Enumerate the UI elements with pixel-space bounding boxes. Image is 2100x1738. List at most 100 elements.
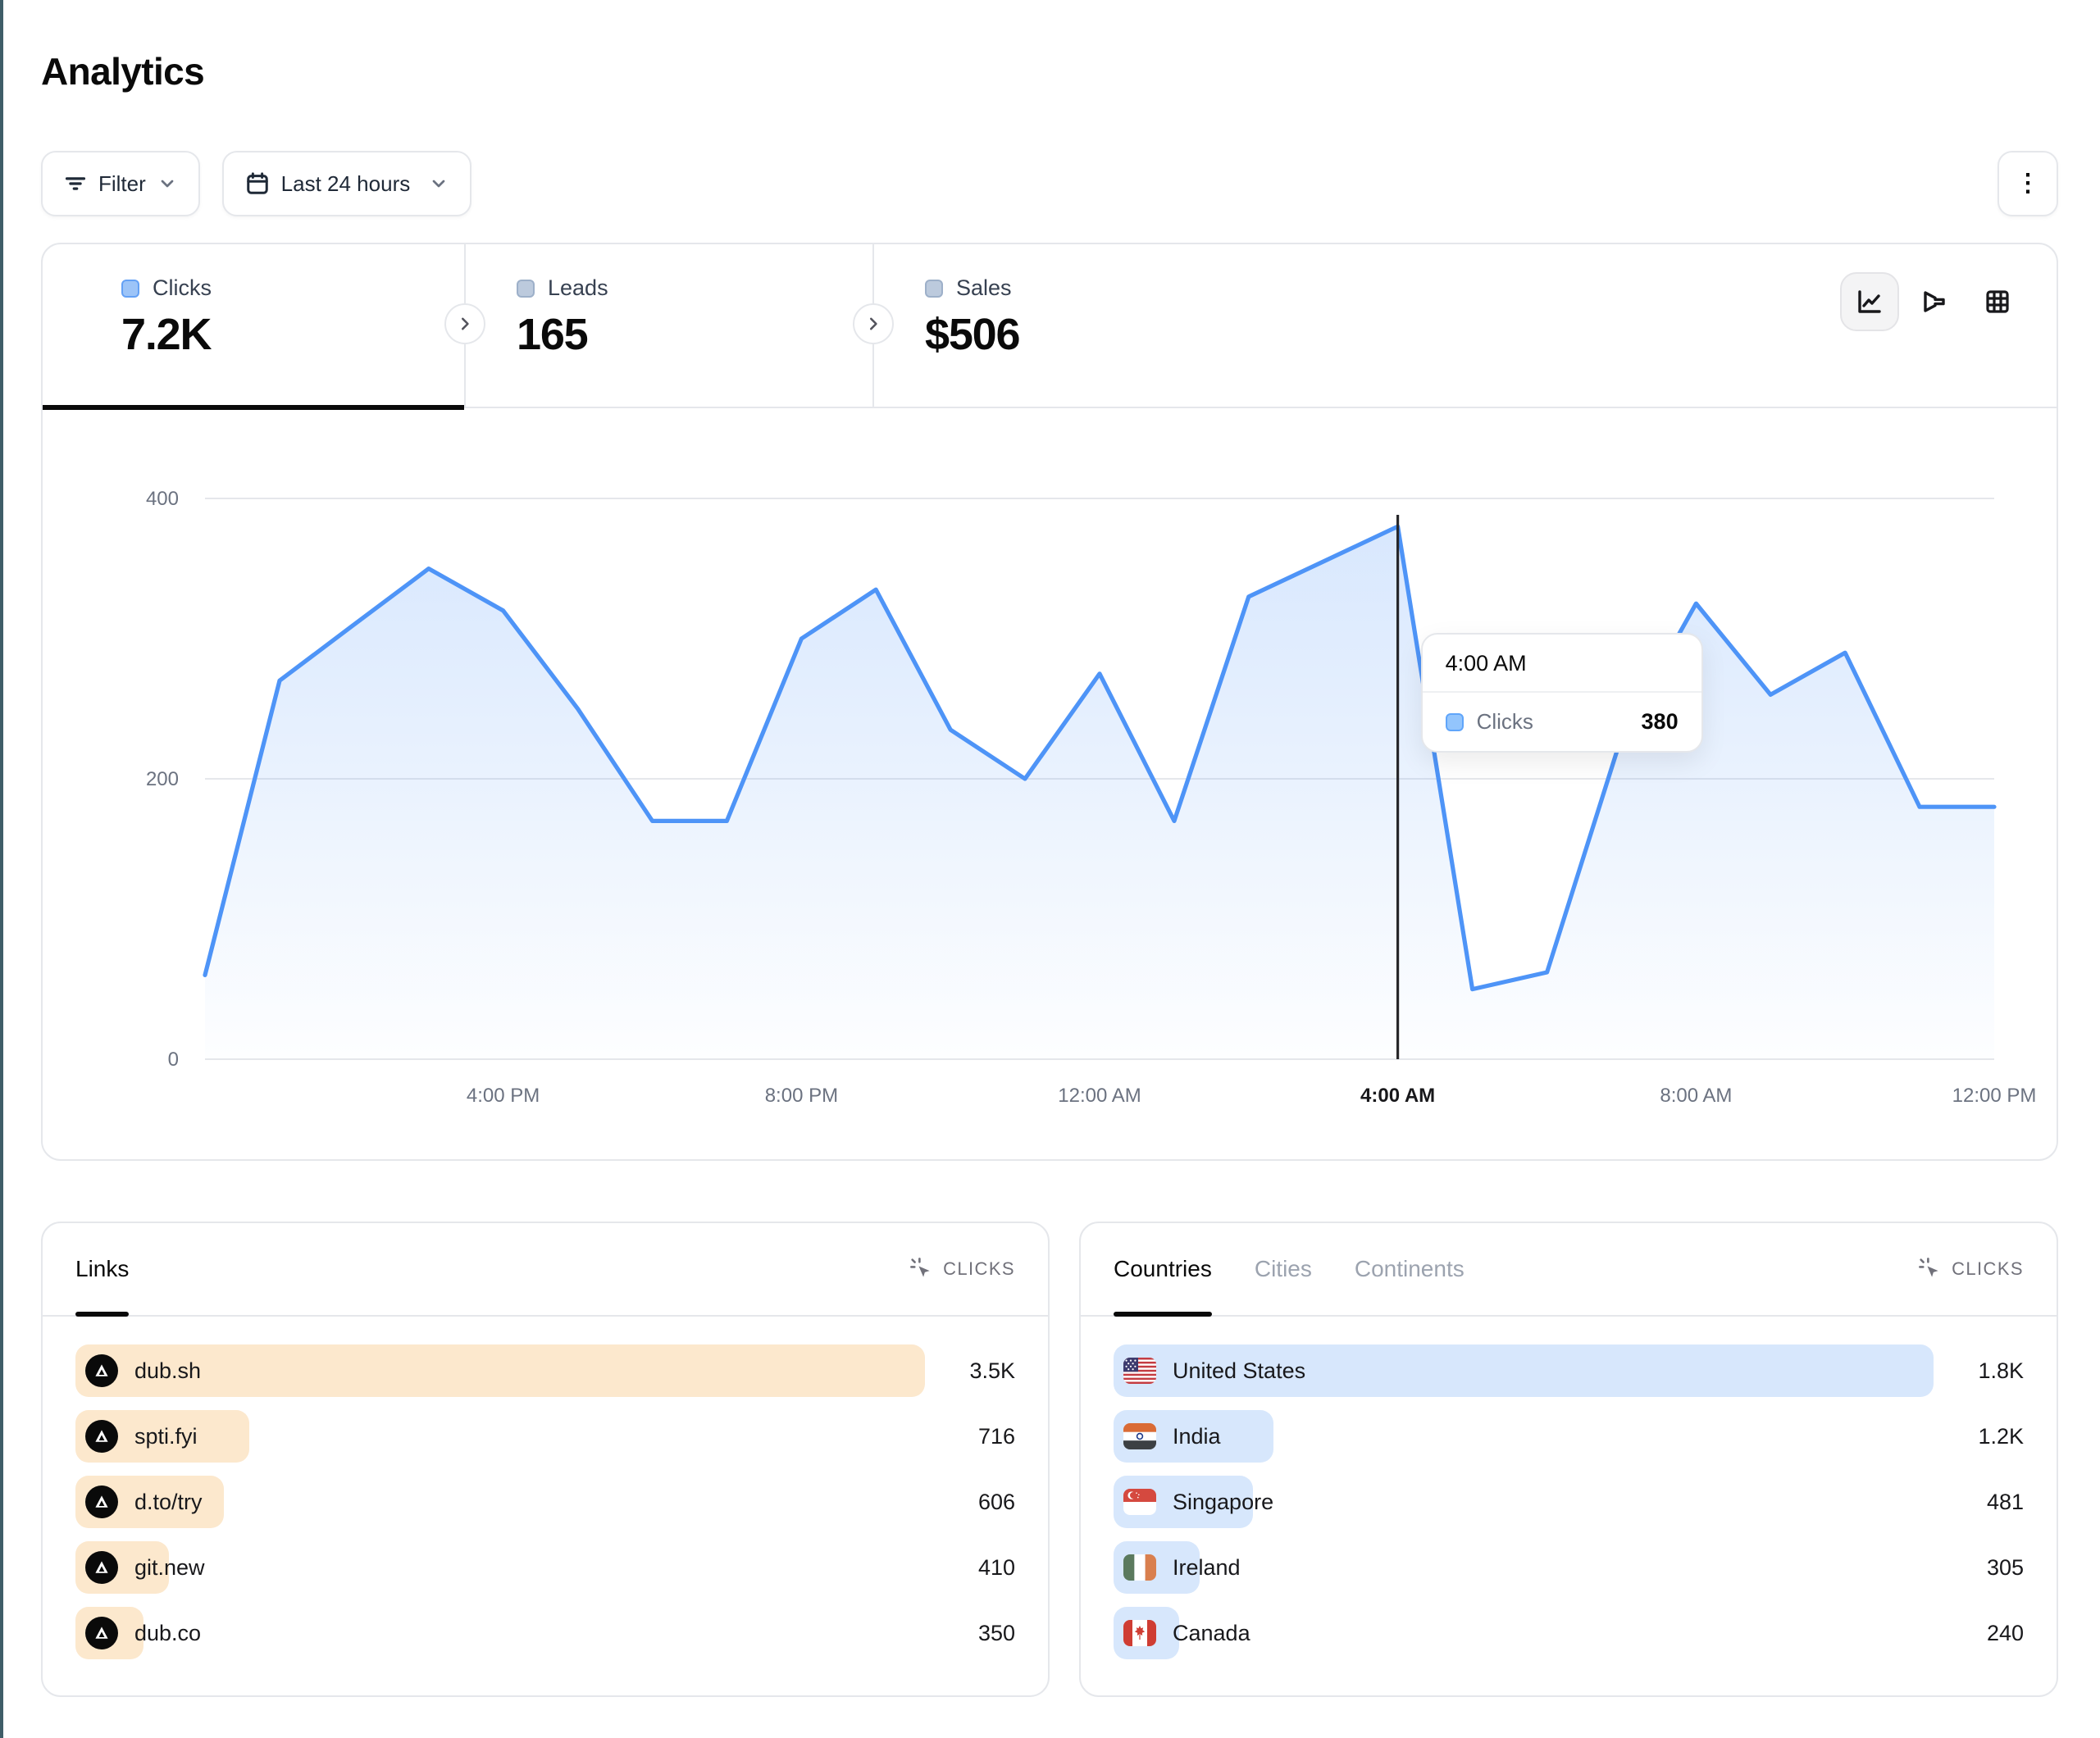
- chevron-right-icon: [456, 315, 474, 333]
- line-chart-view-button[interactable]: [1840, 272, 1899, 331]
- dub-logo-icon: [85, 1354, 118, 1387]
- link-row[interactable]: dub.sh 3.5K: [75, 1344, 1015, 1397]
- x-axis-tick: 12:00 AM: [1058, 1085, 1141, 1107]
- clicks-time-series-chart[interactable]: 0200400 4:00 PM8:00 PM12:00 AM4:00 AM8:0…: [43, 408, 2057, 1159]
- x-axis-tick: 12:00 PM: [1952, 1085, 2037, 1107]
- x-axis-tick: 8:00 PM: [765, 1085, 838, 1107]
- y-axis-tick: 0: [168, 1049, 179, 1071]
- funnel-chart-view-button[interactable]: [1904, 272, 1963, 331]
- chevron-down-icon: [157, 174, 177, 193]
- calendar-icon: [245, 171, 270, 196]
- link-row[interactable]: git.new 410: [75, 1541, 1015, 1594]
- geo-panel: Countries Cities Continents CLICKS: [1079, 1222, 2058, 1697]
- country-row[interactable]: Canada 240: [1114, 1607, 2024, 1659]
- singapore-flag-icon: [1123, 1489, 1156, 1515]
- geo-metric-label: CLICKS: [1952, 1258, 2024, 1280]
- country-label: Canada: [1173, 1621, 1250, 1646]
- link-label: d.to/try: [134, 1490, 203, 1515]
- link-value: 410: [978, 1541, 1015, 1594]
- metric-value: 7.2K: [121, 309, 464, 360]
- filter-icon: [64, 172, 87, 195]
- tab-clicks[interactable]: Clicks 7.2K: [43, 244, 464, 407]
- line-chart-icon: [1855, 287, 1884, 316]
- tab-links[interactable]: Links: [75, 1223, 129, 1315]
- links-metric-header[interactable]: CLICKS: [910, 1258, 1015, 1281]
- expand-leads-button[interactable]: [853, 303, 894, 344]
- table-grid-icon: [1983, 287, 2012, 316]
- link-value: 350: [978, 1607, 1015, 1659]
- metric-value: $506: [925, 309, 1332, 360]
- tab-cities[interactable]: Cities: [1255, 1223, 1312, 1315]
- funnel-chart-icon: [1919, 287, 1948, 316]
- filter-button-label: Filter: [98, 171, 146, 197]
- y-axis-tick: 400: [146, 488, 179, 510]
- page-title: Analytics: [41, 49, 204, 93]
- area-chart-svg[interactable]: 0200400 4:00 PM8:00 PM12:00 AM4:00 AM8:0…: [43, 408, 2057, 1159]
- analytics-page: Analytics Filter Last 24 hours: [0, 0, 2099, 1738]
- clicks-area-fill: [205, 526, 1994, 1059]
- tab-links-label: Links: [75, 1256, 129, 1282]
- india-flag-icon: [1123, 1423, 1156, 1449]
- country-value: 305: [1987, 1541, 2024, 1594]
- country-row[interactable]: India 1.2K: [1114, 1410, 2024, 1463]
- country-label: India: [1173, 1424, 1221, 1449]
- us-flag-icon: [1123, 1358, 1156, 1384]
- chevron-right-icon: [864, 315, 882, 333]
- link-row[interactable]: dub.co 350: [75, 1607, 1015, 1659]
- chart-type-switcher: [1840, 272, 2027, 331]
- metric-label: Leads: [548, 275, 608, 301]
- clicks-series-swatch: [121, 280, 139, 298]
- country-value: 481: [1987, 1476, 2024, 1528]
- country-label: United States: [1173, 1358, 1305, 1384]
- countries-list: United States 1.8K India 1.2K: [1114, 1344, 2024, 1672]
- geo-metric-header[interactable]: CLICKS: [1919, 1258, 2024, 1281]
- country-row[interactable]: United States 1.8K: [1114, 1344, 2024, 1397]
- link-row[interactable]: d.to/try 606: [75, 1476, 1015, 1528]
- tab-continents-label: Continents: [1355, 1256, 1465, 1282]
- tab-leads[interactable]: Leads 165: [464, 244, 872, 407]
- kebab-menu-icon: ⋮: [2016, 171, 2040, 196]
- tooltip-series-label: Clicks: [1477, 709, 1629, 735]
- dub-logo-icon: [85, 1617, 118, 1649]
- link-value: 606: [978, 1476, 1015, 1528]
- tooltip-series-swatch: [1446, 713, 1464, 731]
- ireland-flag-icon: [1123, 1554, 1156, 1581]
- dub-logo-icon: [85, 1551, 118, 1584]
- link-label: dub.sh: [134, 1358, 201, 1384]
- canada-flag-icon: [1123, 1620, 1156, 1646]
- sales-series-swatch: [925, 280, 943, 298]
- chevron-down-icon: [429, 174, 449, 193]
- metric-label: Clicks: [153, 275, 212, 301]
- tooltip-time: 4:00 AM: [1423, 635, 1701, 693]
- leads-series-swatch: [517, 280, 535, 298]
- link-row[interactable]: spti.fyi 716: [75, 1410, 1015, 1463]
- expand-clicks-button[interactable]: [444, 303, 485, 344]
- x-axis-tick: 8:00 AM: [1660, 1085, 1732, 1107]
- country-row[interactable]: Singapore 481: [1114, 1476, 2024, 1528]
- country-row[interactable]: Ireland 305: [1114, 1541, 2024, 1594]
- table-view-button[interactable]: [1968, 272, 2027, 331]
- country-value: 240: [1987, 1607, 2024, 1659]
- dub-logo-icon: [85, 1420, 118, 1453]
- links-panel: Links CLICKS dub.sh 3.5K: [41, 1222, 1050, 1697]
- country-label: Singapore: [1173, 1490, 1273, 1515]
- tab-countries[interactable]: Countries: [1114, 1223, 1212, 1315]
- left-edge-strip: [0, 0, 3, 1738]
- link-label: dub.co: [134, 1621, 201, 1646]
- tab-sales[interactable]: Sales $506: [872, 244, 1332, 407]
- metric-value: 165: [517, 309, 872, 360]
- toolbar: Filter Last 24 hours ⋮: [41, 151, 2058, 216]
- dub-logo-icon: [85, 1485, 118, 1518]
- cursor-click-icon: [910, 1258, 933, 1281]
- date-range-button[interactable]: Last 24 hours: [222, 151, 471, 216]
- country-label: Ireland: [1173, 1555, 1241, 1581]
- date-range-label: Last 24 hours: [281, 171, 411, 197]
- more-options-button[interactable]: ⋮: [1998, 151, 2058, 216]
- tab-continents[interactable]: Continents: [1355, 1223, 1465, 1315]
- analytics-chart-card: Clicks 7.2K Leads 165 Sales $506: [41, 243, 2058, 1161]
- cursor-click-icon: [1919, 1258, 1942, 1281]
- filter-button[interactable]: Filter: [41, 151, 200, 216]
- tab-countries-label: Countries: [1114, 1256, 1212, 1282]
- links-list: dub.sh 3.5K spti.fyi 716 d.to/try 606: [75, 1344, 1015, 1672]
- link-value: 3.5K: [969, 1344, 1015, 1397]
